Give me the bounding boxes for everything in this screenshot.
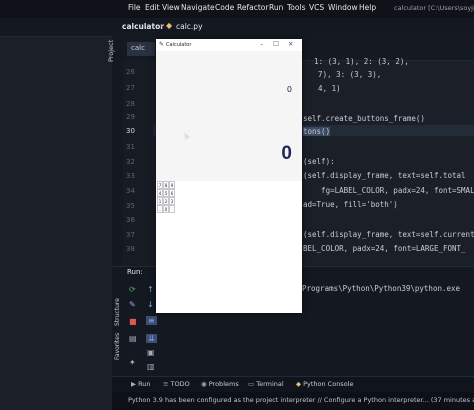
line-number: 28 [126, 100, 135, 108]
breadcrumb-separator-icon: › [160, 22, 163, 30]
calculator-window[interactable]: ✎ Calculator – ☐ ✕ 0 0 7 8 9 4 5 6 1 2 3… [156, 39, 302, 313]
digit-button[interactable] [169, 205, 175, 213]
digit-button[interactable]: 6 [169, 189, 175, 197]
layout-icon[interactable]: ▤ [129, 334, 137, 343]
code-line[interactable]: self.create_buttons_frame() [303, 114, 425, 123]
bottom-tab-run[interactable]: ▶ Run [131, 380, 151, 388]
menu-run[interactable]: Run [269, 3, 283, 12]
bottom-tab-problems-label: Problems [208, 380, 239, 388]
menu-refactor[interactable]: Refactor [237, 3, 268, 12]
menu-edit[interactable]: Edit [145, 3, 160, 12]
navigation-bar [0, 18, 474, 37]
minimize-icon[interactable]: – [260, 40, 263, 48]
line-number: 34 [126, 187, 135, 195]
code-line[interactable]: (self.display_frame, text=self.current_e… [303, 230, 474, 239]
menu-help[interactable]: Help [359, 3, 376, 12]
line-number: 36 [126, 216, 135, 224]
menu-file[interactable]: File [128, 3, 141, 12]
line-number: 32 [126, 158, 135, 166]
python-file-icon: ◆ [166, 21, 173, 30]
line-number: 30 [126, 127, 135, 135]
line-number: 31 [126, 143, 135, 151]
code-line[interactable]: (self): [303, 157, 335, 166]
menu-tools[interactable]: Tools [287, 3, 305, 12]
code-line[interactable]: 7), 3: (3, 3), [300, 70, 381, 79]
structure-tool-label[interactable]: Structure [114, 298, 121, 326]
calculator-title: Calculator [166, 42, 192, 48]
stop-icon[interactable]: ■ [129, 317, 137, 326]
maximize-icon[interactable]: ☐ [273, 40, 279, 48]
line-number: 37 [126, 231, 135, 239]
line-number: 27 [126, 84, 135, 92]
menu-vcs[interactable]: VCS [309, 3, 324, 12]
print-icon[interactable]: ▣ [147, 348, 155, 357]
feather-icon: ✎ [159, 41, 165, 48]
status-message[interactable]: Python 3.9 has been configured as the pr… [128, 396, 474, 404]
favorites-tool-label[interactable]: Favorites [114, 333, 121, 360]
project-tool-label[interactable]: Project [107, 40, 115, 62]
pin-icon[interactable]: ✦ [129, 358, 136, 367]
bottom-tab-terminal[interactable]: ▭ Terminal [248, 380, 284, 388]
scroll-to-end-icon[interactable]: ⇊ [146, 334, 157, 343]
menu-navigate[interactable]: Navigate [181, 3, 215, 12]
bottom-tab-todo-label: TODO [170, 380, 190, 388]
line-number: 35 [126, 202, 135, 210]
line-number: 26 [126, 68, 135, 76]
code-line[interactable]: ad=True, fill='both') [303, 200, 398, 209]
bottom-tab-todo[interactable]: ≡ TODO [163, 380, 190, 388]
bottom-tab-python-console-label: Python Console [303, 380, 354, 388]
window-title: calculator [C:\Users\soyji [394, 4, 474, 12]
menu-view[interactable]: View [162, 3, 180, 12]
buttons-frame: 7 8 9 4 5 6 1 2 3 . 0 [156, 181, 302, 313]
tab-calc[interactable]: calc [127, 42, 155, 56]
bottom-tab-python-console[interactable]: ◆ Python Console [296, 380, 353, 388]
close-icon[interactable]: ✕ [288, 40, 293, 48]
code-line[interactable]: 4, 1) [300, 84, 341, 93]
display-frame: 0 0 [156, 51, 302, 181]
trash-icon[interactable]: ▥ [147, 362, 155, 371]
project-tool-strip [112, 36, 123, 266]
list-icon: ≡ [163, 380, 171, 388]
scroll-up-icon[interactable]: ↑ [147, 285, 154, 294]
digit-button[interactable]: 9 [169, 181, 175, 189]
wrench-icon[interactable]: ✎ [129, 300, 136, 309]
rerun-icon[interactable]: ⟳ [129, 285, 136, 294]
bottom-tab-run-label: Run [138, 380, 151, 388]
code-line[interactable]: BEL_COLOR, padx=24, font=LARGE_FONT_ [303, 244, 466, 253]
code-line-current[interactable]: tons() [303, 127, 331, 136]
terminal-icon: ▭ [248, 380, 257, 388]
scroll-down-icon[interactable]: ↓ [147, 300, 154, 309]
breadcrumb-file[interactable]: calc.py [176, 22, 203, 31]
menu-code[interactable]: Code [215, 3, 234, 12]
run-output-path: Programs\Python\Python39\python.exe [302, 284, 461, 293]
run-panel-label: Run: [127, 268, 143, 276]
digit-button[interactable]: 3 [169, 197, 175, 205]
line-number: 29 [126, 113, 135, 121]
total-expression-label: 0 [286, 85, 292, 94]
code-line[interactable]: fg=LABEL_COLOR, padx=24, font=SMALL [303, 186, 474, 195]
line-number: 33 [126, 172, 135, 180]
tab-calc-label: calc [131, 44, 145, 52]
warning-icon: ◉ [201, 380, 209, 388]
current-expression-label: 0 [281, 143, 292, 164]
code-line[interactable]: 1: (3, 1), 2: (3, 2), [296, 57, 409, 66]
menu-window[interactable]: Window [328, 3, 358, 12]
bottom-tab-problems[interactable]: ◉ Problems [201, 380, 239, 388]
code-line[interactable]: (self.display_frame, text=self.total [303, 171, 466, 180]
soft-wrap-icon[interactable]: ≡ [146, 316, 157, 325]
bottom-tab-terminal-label: Terminal [256, 380, 284, 388]
line-number: 38 [126, 245, 135, 253]
breadcrumb-project[interactable]: calculator [122, 22, 164, 31]
